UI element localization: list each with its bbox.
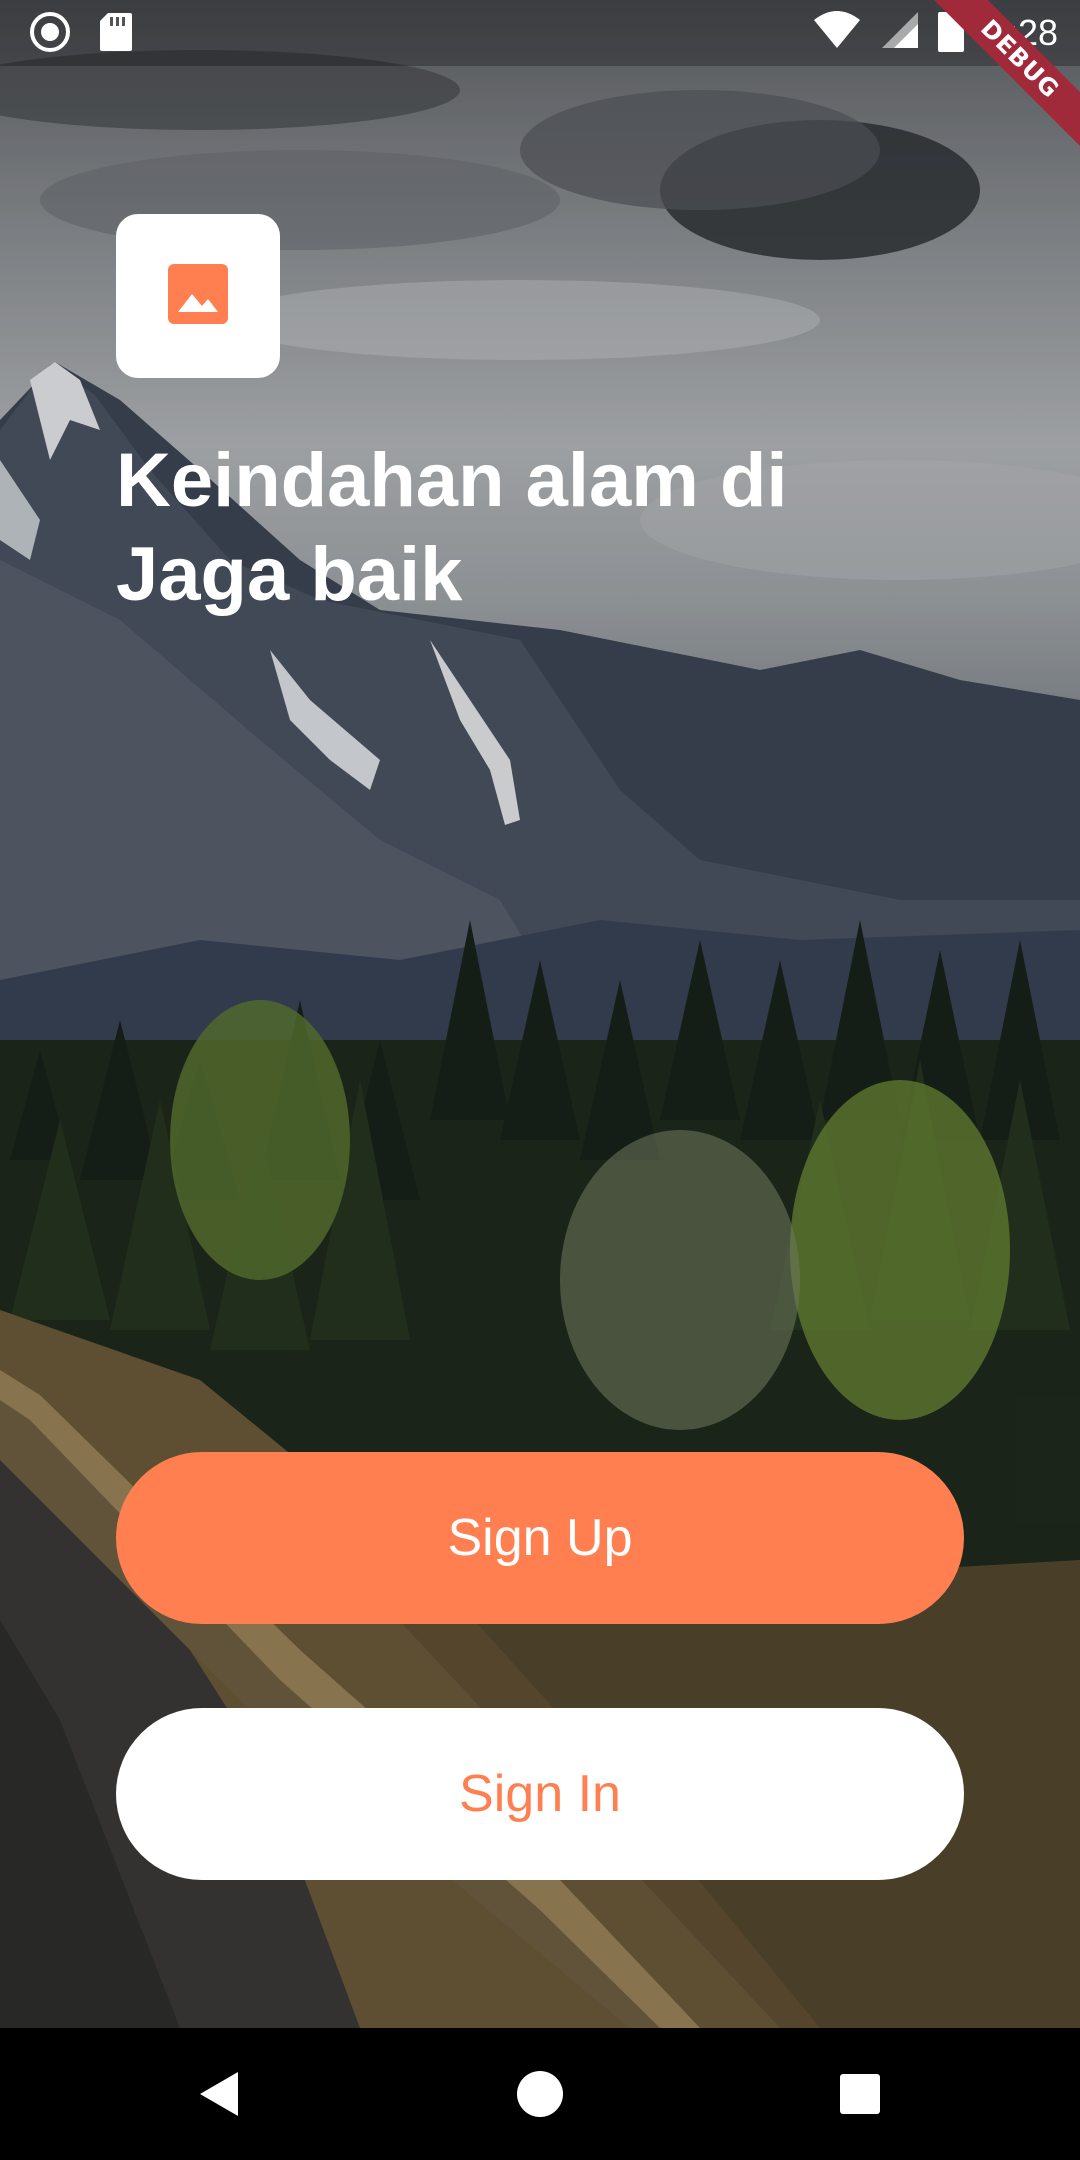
sd-card-icon xyxy=(98,11,134,58)
record-icon xyxy=(28,10,72,59)
home-icon[interactable] xyxy=(508,2062,572,2126)
status-bar: 3:28 xyxy=(0,0,1080,66)
image-icon xyxy=(166,262,230,331)
navigation-bar xyxy=(0,2028,1080,2160)
headline-line-1: Keindahan alam di xyxy=(116,438,788,523)
headline: Keindahan alam di Jaga baik xyxy=(116,434,876,622)
signal-icon xyxy=(880,10,920,55)
status-left-icons xyxy=(28,10,134,59)
back-icon[interactable] xyxy=(188,2062,252,2126)
recents-icon[interactable] xyxy=(828,2062,892,2126)
headline-line-2: Jaga baik xyxy=(116,532,463,617)
sign-in-button[interactable]: Sign In xyxy=(116,1708,964,1880)
app-logo xyxy=(116,214,280,378)
welcome-screen: 3:28 DEBUG Keindahan alam di Jaga baik S… xyxy=(0,0,1080,2160)
sign-up-button[interactable]: Sign Up xyxy=(116,1452,964,1624)
wifi-icon xyxy=(812,10,862,55)
